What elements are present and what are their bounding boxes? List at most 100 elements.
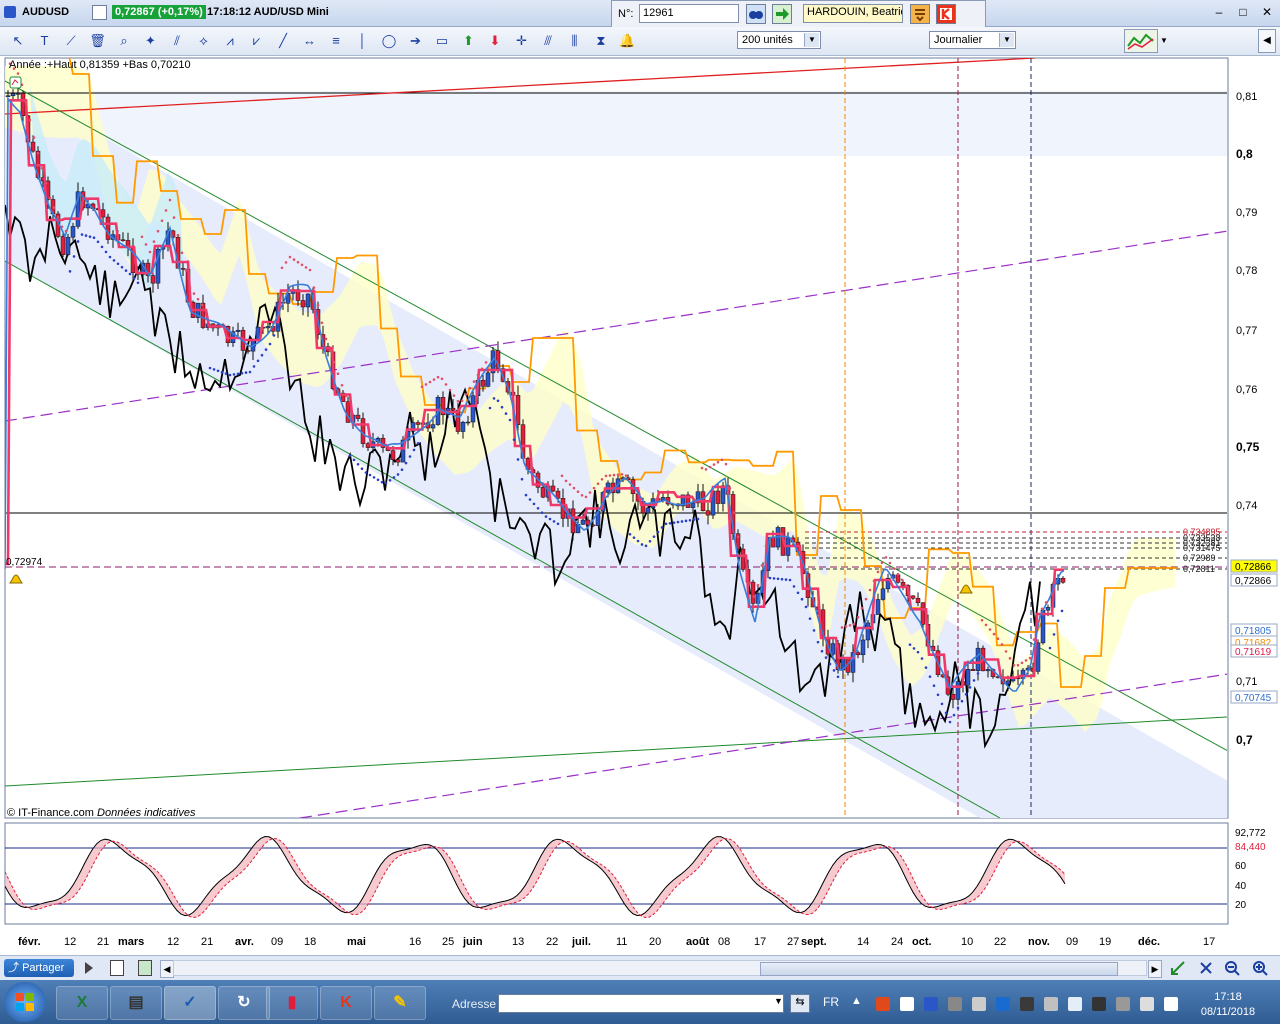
rectangle-icon[interactable]: ▭ <box>432 31 452 51</box>
sar-dot <box>156 229 160 233</box>
volume-icon[interactable] <box>1140 997 1154 1011</box>
binoculars-icon[interactable] <box>746 4 766 24</box>
h-arrow-icon[interactable]: ↔ <box>300 31 320 51</box>
tray-app-icon[interactable] <box>876 997 890 1011</box>
channel-icon[interactable]: ⫻ <box>538 31 558 51</box>
sar-dot <box>48 196 52 200</box>
k-logo-icon[interactable] <box>936 4 956 24</box>
network-icon[interactable] <box>1044 997 1058 1011</box>
layout-icon[interactable] <box>138 960 152 976</box>
tray-app-icon[interactable] <box>1164 997 1178 1011</box>
compress-icon[interactable] <box>1170 960 1186 976</box>
lasso-icon[interactable]: ◯ <box>379 31 399 51</box>
toolbar-scroll-icon[interactable]: ◀ <box>1258 29 1276 53</box>
paint-taskbar-icon[interactable]: ✎ <box>374 986 426 1020</box>
system-clock[interactable]: 17:18 08/11/2018 <box>1196 990 1260 1020</box>
go-arrow-icon[interactable] <box>772 4 792 24</box>
sar-dot <box>180 251 184 255</box>
ruler-icon[interactable]: ⟋ <box>61 31 81 51</box>
sar-dot <box>468 386 472 390</box>
sar-dot <box>604 474 608 478</box>
number-field[interactable]: 12961 <box>639 4 739 23</box>
wave-b-icon[interactable]: ⩗ <box>247 31 267 51</box>
tray-app-icon[interactable] <box>972 997 986 1011</box>
alarm-icon[interactable]: 🔔 <box>618 31 638 51</box>
parallel-icon[interactable]: ⫼ <box>565 31 585 51</box>
address-dropdown-icon[interactable]: ▼ <box>774 996 783 1006</box>
price-chart[interactable]: 0,81 0,8 0,79 0,78 0,77 0,76 0,75 0,74 0,71 0,7 0… <box>0 56 1280 956</box>
scroll-left-icon[interactable]: ◀ <box>160 960 174 978</box>
language-indicator[interactable]: FR <box>823 995 839 1009</box>
up-arrow-icon[interactable]: ⬆ <box>459 31 479 51</box>
candles-taskbar-icon[interactable]: ▮ <box>266 986 318 1020</box>
trendline-icon[interactable]: ╱ <box>273 31 293 51</box>
zoom-out-icon[interactable] <box>1224 960 1240 976</box>
tray-app-icon[interactable] <box>1092 997 1106 1011</box>
sar-dot <box>36 151 40 155</box>
settings-icon[interactable] <box>82 960 96 976</box>
text-tool-icon[interactable]: T <box>35 31 55 51</box>
sar-dot <box>116 262 120 266</box>
excel-taskbar-icon[interactable]: X <box>56 986 108 1020</box>
sar-dot <box>732 511 736 514</box>
indicators-icon[interactable] <box>1124 29 1158 53</box>
k-taskbar-icon[interactable]: K <box>320 986 372 1020</box>
share-button[interactable]: ⤴ Partager <box>4 959 74 977</box>
sar-dot <box>104 250 108 254</box>
wave-a-icon[interactable]: ⩘ <box>220 31 240 51</box>
zoom-icon[interactable]: ⌕ <box>114 31 134 51</box>
indicators-dropdown-icon[interactable]: ▼ <box>1160 31 1172 51</box>
checkmark-taskbar-icon[interactable]: ✓ <box>164 986 216 1020</box>
go-icon[interactable]: ⇆ <box>790 994 810 1013</box>
zoom-in-icon[interactable] <box>1252 960 1268 976</box>
magnet-icon[interactable]: ⧗ <box>591 31 611 51</box>
minimize-button[interactable]: – <box>1208 5 1230 20</box>
units-select[interactable]: 200 unités ▼ <box>737 31 821 49</box>
trash-icon[interactable]: 🗑 <box>88 31 108 51</box>
info-icon[interactable] <box>92 5 107 20</box>
sar-dot <box>40 166 44 170</box>
grid-icon[interactable] <box>110 960 124 976</box>
sar-dot <box>548 517 552 521</box>
sync-taskbar-icon[interactable]: ↻ <box>218 986 270 1020</box>
tray-app-icon[interactable] <box>1020 997 1034 1011</box>
close-button[interactable]: ✕ <box>1256 5 1278 20</box>
fan-icon[interactable]: ⟡ <box>194 31 214 51</box>
sar-dot <box>628 532 632 536</box>
sar-dot <box>44 181 48 185</box>
v-line-icon[interactable]: │ <box>353 31 373 51</box>
start-button[interactable] <box>4 982 46 1022</box>
expand-icon[interactable] <box>1198 960 1214 976</box>
sar-dot <box>1004 650 1008 653</box>
tray-app-icon[interactable] <box>1116 997 1130 1011</box>
tray-app-icon[interactable] <box>924 997 938 1011</box>
tray-app-icon[interactable] <box>996 997 1010 1011</box>
candle-down <box>895 574 901 583</box>
sar-dot <box>424 383 428 386</box>
fibonacci-icon[interactable]: ⫽ <box>167 31 187 51</box>
tray-expand-icon[interactable]: ▲ <box>851 995 862 1007</box>
tray-app-icon[interactable] <box>948 997 962 1011</box>
sar-dot <box>672 521 676 524</box>
cursor-icon[interactable]: ↖ <box>8 31 28 51</box>
down-arrow-icon[interactable]: ⬇ <box>485 31 505 51</box>
price-tag-label: 0,71805 <box>1235 626 1272 637</box>
magic-icon[interactable]: ✦ <box>141 31 161 51</box>
address-input[interactable] <box>498 994 784 1013</box>
period-select[interactable]: Journalier ▼ <box>929 31 1016 49</box>
share-label: Partager <box>22 962 65 974</box>
sar-dot <box>544 515 548 518</box>
h-lines-icon[interactable]: ≡ <box>326 31 346 51</box>
cross-arrow-icon[interactable]: ✛ <box>512 31 532 51</box>
scroll-thumb[interactable] <box>760 962 1118 976</box>
tray-app-icon[interactable] <box>1068 997 1082 1011</box>
tray-app-icon[interactable] <box>900 997 914 1011</box>
scroll-track[interactable] <box>173 960 1147 976</box>
scroll-right-icon[interactable]: ▶ <box>1148 960 1162 978</box>
download-icon[interactable] <box>910 4 930 24</box>
printer-taskbar-icon[interactable]: ▤ <box>110 986 162 1020</box>
maximize-button[interactable]: □ <box>1232 5 1254 20</box>
arrow-icon[interactable]: ➔ <box>406 31 426 51</box>
candle-down <box>395 459 401 463</box>
client-name-field[interactable]: HARDOUIN, Beatrice <box>803 4 903 23</box>
